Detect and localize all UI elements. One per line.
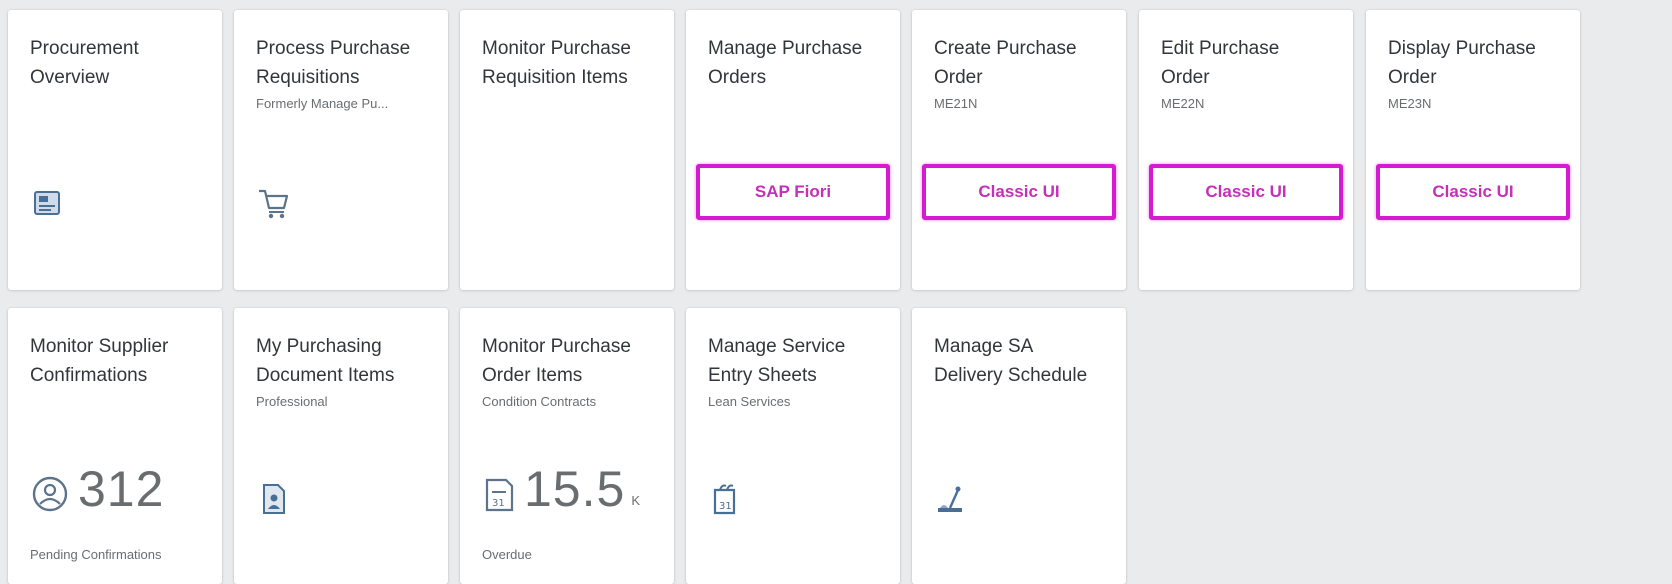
tile-procurement-overview[interactable]: Procurement Overview bbox=[8, 10, 222, 290]
tile-title: Monitor Purchase Requisition Items bbox=[482, 38, 631, 88]
tile-monitor-purchase-order-items[interactable]: Monitor Purchase Order Items Condition C… bbox=[460, 308, 674, 584]
classic-ui-button[interactable]: Classic UI bbox=[922, 164, 1116, 220]
tile-title: Process Purchase Requisitions bbox=[256, 38, 411, 88]
tile-manage-sa-delivery-schedule[interactable]: Manage SA Delivery Schedule bbox=[912, 308, 1126, 584]
tile-title: Monitor Purchase Order Items bbox=[482, 336, 631, 386]
tile-process-purchase-requisitions[interactable]: Process Purchase Requisitions Formerly M… bbox=[234, 10, 448, 290]
person-badge-icon bbox=[32, 476, 68, 512]
tile-title: My Purchasing Document Items bbox=[256, 336, 395, 386]
tile-title: Monitor Supplier Confirmations bbox=[30, 336, 169, 386]
tile-display-purchase-order[interactable]: Display Purchase Order ME23N Classic UI bbox=[1366, 10, 1580, 290]
tile-title: Procurement Overview bbox=[30, 38, 139, 88]
kpi-value: 15.5 bbox=[524, 461, 626, 517]
tile-subtitle: ME21N bbox=[934, 96, 978, 111]
tile-footer: Overdue bbox=[482, 547, 532, 562]
tile-monitor-purchase-requisition-items[interactable]: Monitor Purchase Requisition Items bbox=[460, 10, 674, 290]
tile-manage-service-entry-sheets[interactable]: Manage Service Entry Sheets Lean Service… bbox=[686, 308, 900, 584]
tile-subtitle: Condition Contracts bbox=[482, 394, 597, 409]
classic-ui-button[interactable]: Classic UI bbox=[1149, 164, 1343, 220]
tile-title: Create Purchase Order bbox=[934, 38, 1077, 88]
tile-subtitle: Formerly Manage Pu... bbox=[256, 96, 389, 111]
tile-title: Display Purchase Order bbox=[1388, 38, 1536, 88]
sap-fiori-button[interactable]: SAP Fiori bbox=[696, 164, 890, 220]
tile-footer: Pending Confirmations bbox=[30, 547, 162, 562]
tile-title: Manage Purchase Orders bbox=[708, 38, 863, 88]
tile-title: Manage Service Entry Sheets bbox=[708, 336, 846, 386]
kpi: 31 15.5 K bbox=[482, 464, 640, 514]
classic-ui-button[interactable]: Classic UI bbox=[1376, 164, 1570, 220]
tile-monitor-supplier-confirmations[interactable]: Monitor Supplier Confirmations 312 Pendi… bbox=[8, 308, 222, 584]
svg-text:31: 31 bbox=[719, 501, 732, 512]
tile-title: Manage SA Delivery Schedule bbox=[934, 336, 1088, 386]
delivery-schedule-icon bbox=[938, 486, 962, 512]
tile-subtitle: Lean Services bbox=[708, 394, 791, 409]
tile-subtitle: ME23N bbox=[1388, 96, 1432, 111]
svg-text:31: 31 bbox=[492, 498, 505, 509]
tile-edit-purchase-order[interactable]: Edit Purchase Order ME22N Classic UI bbox=[1139, 10, 1353, 290]
tile-my-purchasing-document-items[interactable]: My Purchasing Document Items Professiona… bbox=[234, 308, 448, 584]
document-person-icon bbox=[263, 484, 285, 514]
kpi-unit: K bbox=[631, 493, 640, 508]
kpi: 312 bbox=[30, 464, 164, 514]
tile-subtitle: Professional bbox=[256, 394, 328, 409]
tile-subtitle: ME22N bbox=[1161, 96, 1205, 111]
tile-manage-purchase-orders[interactable]: Manage Purchase Orders SAP Fiori bbox=[686, 10, 900, 290]
tile-create-purchase-order[interactable]: Create Purchase Order ME21N Classic UI bbox=[912, 10, 1126, 290]
service-sheet-icon: 31 bbox=[713, 484, 736, 515]
kpi-value: 312 bbox=[78, 461, 165, 517]
calendar-document-icon: 31 bbox=[485, 478, 514, 512]
shopping-cart-icon bbox=[259, 189, 289, 219]
tile-title: Edit Purchase Order bbox=[1161, 38, 1280, 88]
overview-icon bbox=[34, 191, 60, 215]
